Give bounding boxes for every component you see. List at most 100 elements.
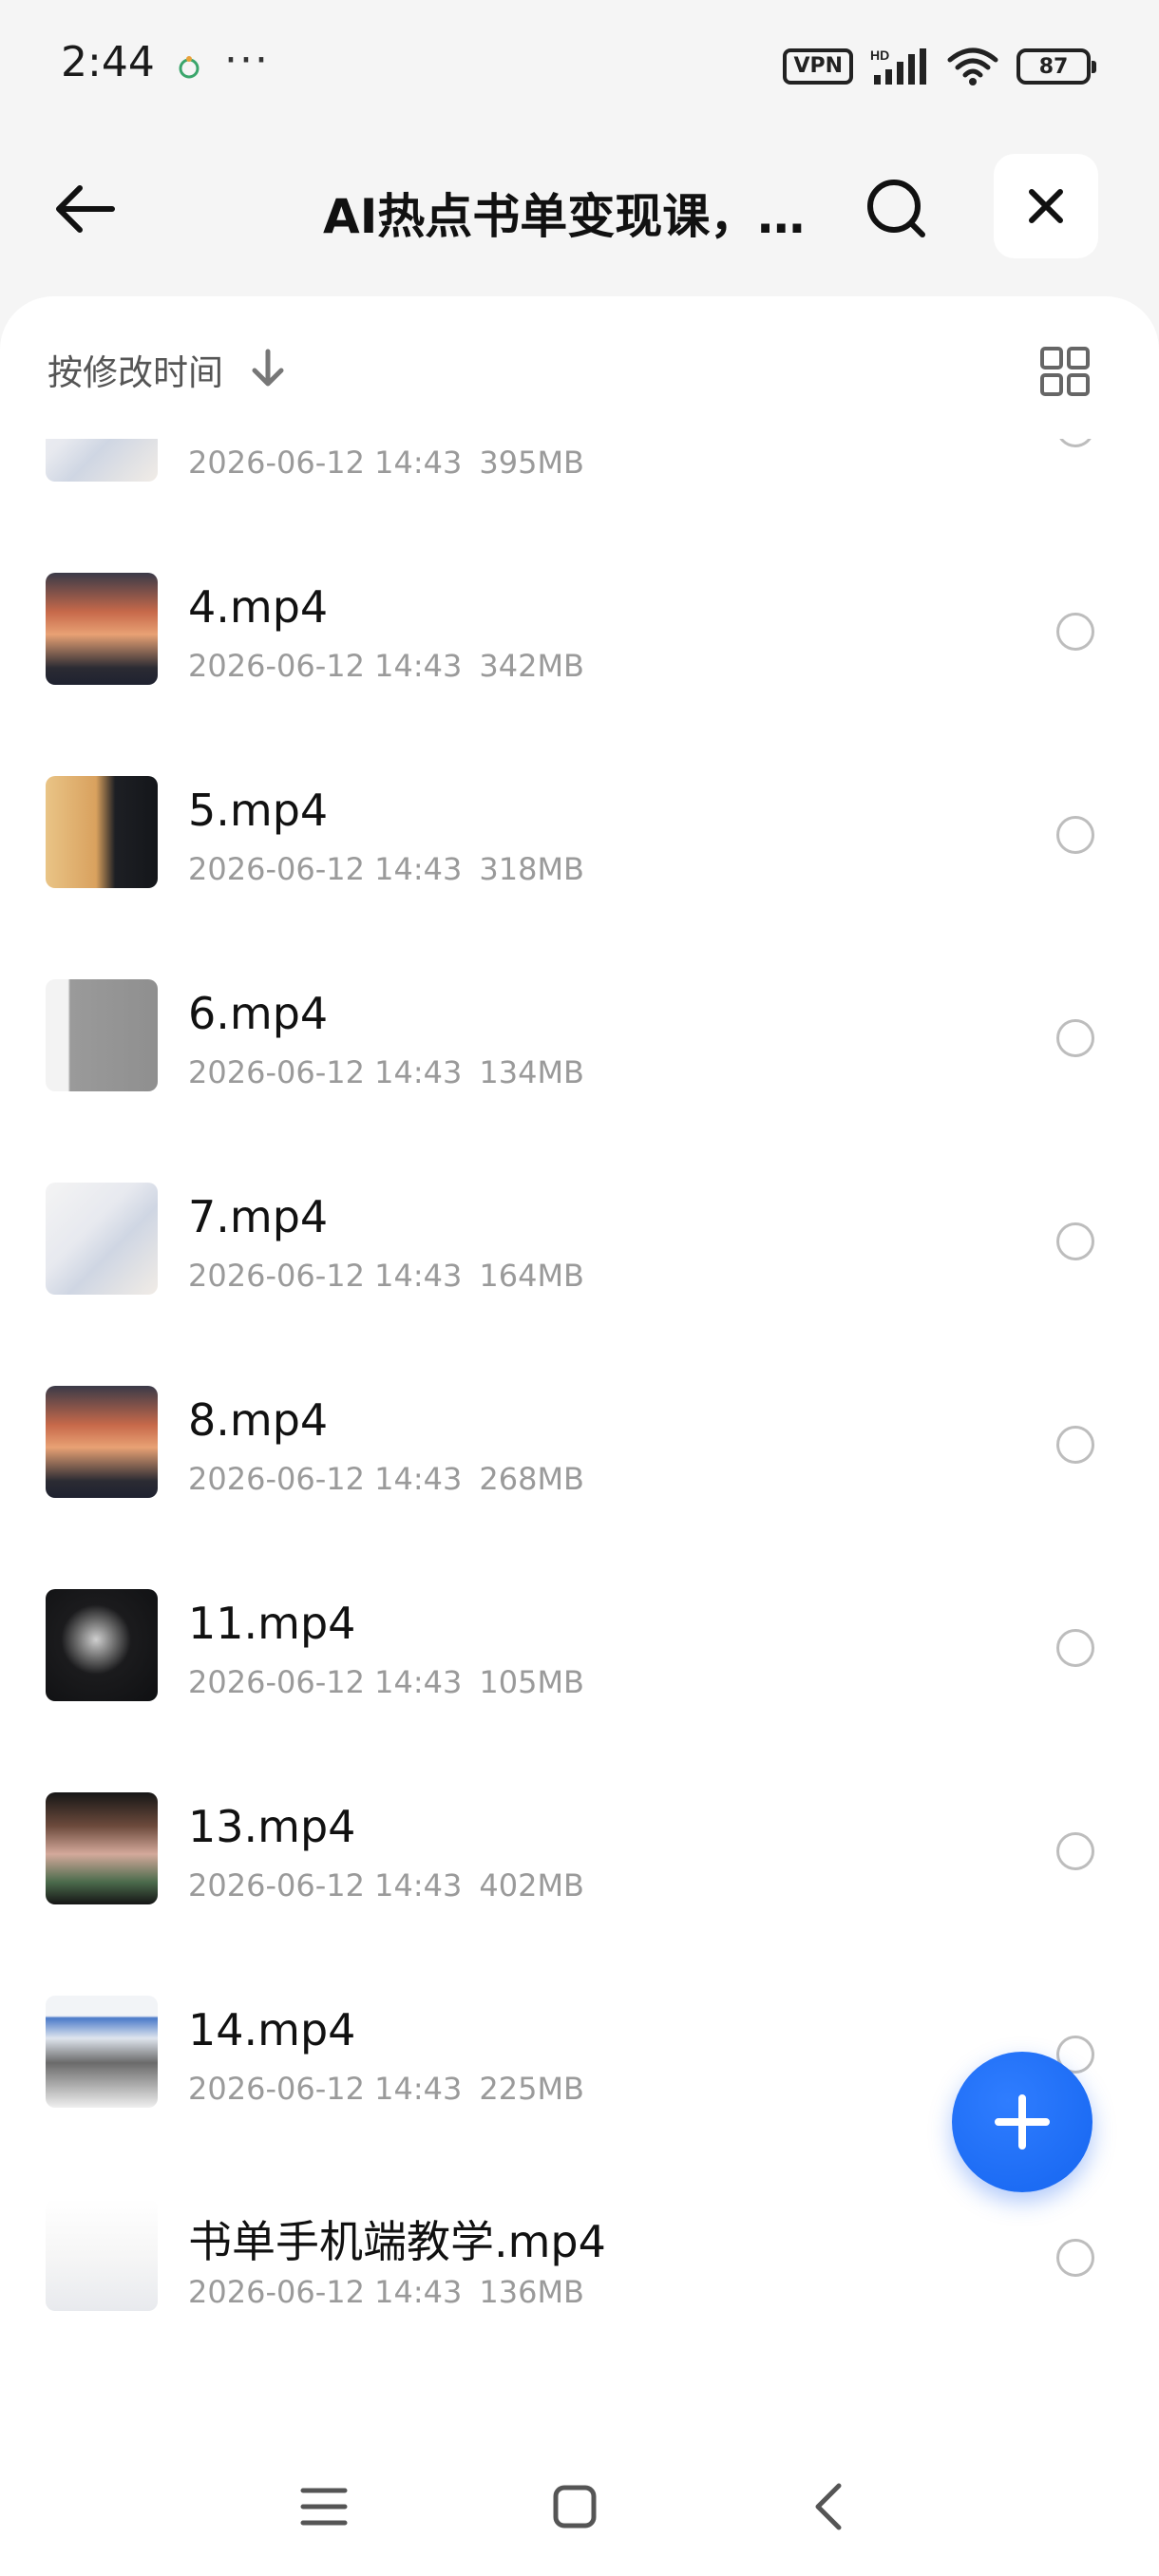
- video-thumbnail: [46, 1792, 158, 1904]
- battery-icon: 87: [1016, 48, 1096, 85]
- arrow-down-icon[interactable]: [249, 348, 287, 389]
- wifi-icon: [947, 47, 998, 85]
- vpn-badge: VPN: [783, 48, 853, 85]
- back-button[interactable]: [42, 166, 127, 252]
- file-date: 2026-06-12 14:43: [188, 648, 463, 684]
- sort-bar: 按修改时间: [0, 296, 1159, 439]
- file-size: 136MB: [479, 2274, 584, 2310]
- video-thumbnail: [46, 1183, 158, 1295]
- nav-home-button[interactable]: [542, 2473, 608, 2540]
- file-name: 11.mp4: [188, 1598, 356, 1649]
- network-type-label: HD: [870, 47, 889, 63]
- video-thumbnail: [46, 979, 158, 1091]
- file-size: 395MB: [479, 445, 584, 481]
- file-meta: 2026-06-12 14:43 402MB: [188, 1867, 584, 1904]
- select-checkbox[interactable]: [1056, 816, 1094, 854]
- page-title: AI热点书单变现课，…: [323, 189, 806, 244]
- file-row[interactable]: 6.mp4 2026-06-12 14:43 134MB: [0, 942, 1159, 1146]
- select-checkbox[interactable]: [1056, 613, 1094, 651]
- file-size: 268MB: [479, 1461, 584, 1497]
- file-date: 2026-06-12 14:43: [188, 2274, 463, 2310]
- file-date: 2026-06-12 14:43: [188, 2071, 463, 2107]
- arrow-left-icon: [56, 185, 115, 233]
- select-checkbox[interactable]: [1056, 2239, 1094, 2277]
- search-button[interactable]: [853, 165, 940, 253]
- file-meta: 2026-06-12 14:43 136MB: [188, 2274, 584, 2310]
- file-name: 14.mp4: [188, 2004, 356, 2055]
- video-thumbnail: [46, 2199, 158, 2311]
- file-row[interactable]: 11.mp4 2026-06-12 14:43 105MB: [0, 1552, 1159, 1755]
- video-thumbnail: [46, 1589, 158, 1701]
- file-row[interactable]: 7.mp4 2026-06-12 14:43 164MB: [0, 1146, 1159, 1349]
- file-browser-panel: 按修改时间 3.mp4 2026-06-12 14:43395MB 4.mp4 …: [0, 296, 1159, 2576]
- file-size: 105MB: [479, 1664, 584, 1700]
- home-icon: [553, 2485, 597, 2529]
- sort-by-modified-time[interactable]: 按修改时间: [48, 344, 223, 395]
- select-checkbox[interactable]: [1056, 1426, 1094, 1464]
- file-size: 225MB: [479, 2071, 584, 2107]
- file-date: 2026-06-12 14:43: [188, 1054, 463, 1090]
- file-name: 8.mp4: [188, 1394, 329, 1446]
- file-name: 7.mp4: [188, 1191, 329, 1242]
- file-meta: 2026-06-12 14:43 395MB: [188, 445, 584, 481]
- file-row[interactable]: 13.mp4 2026-06-12 14:43 402MB: [0, 1755, 1159, 1959]
- file-meta: 2026-06-12 14:43 225MB: [188, 2071, 584, 2107]
- file-name: 6.mp4: [188, 988, 329, 1039]
- back-icon: [815, 2483, 842, 2530]
- file-size: 164MB: [479, 1258, 584, 1294]
- file-date: 2026-06-12 14:43: [188, 851, 463, 887]
- file-row[interactable]: 8.mp4 2026-06-12 14:43 268MB: [0, 1349, 1159, 1552]
- nav-menu-button[interactable]: [291, 2473, 357, 2540]
- file-date: 2026-06-12 14:43: [188, 445, 463, 481]
- battery-level: 87: [1038, 54, 1069, 79]
- file-name: 书单手机端教学.mp4: [188, 2216, 606, 2267]
- video-thumbnail: [46, 439, 158, 482]
- video-thumbnail: [46, 776, 158, 888]
- select-checkbox[interactable]: [1056, 439, 1094, 447]
- file-row[interactable]: 3.mp4 2026-06-12 14:43395MB: [0, 439, 1159, 536]
- app-notification-icon: [179, 56, 200, 79]
- nav-back-button[interactable]: [794, 2473, 861, 2540]
- video-thumbnail: [46, 1386, 158, 1498]
- video-thumbnail: [46, 573, 158, 685]
- select-checkbox[interactable]: [1056, 1832, 1094, 1870]
- file-date: 2026-06-12 14:43: [188, 1461, 463, 1497]
- file-size: 342MB: [479, 648, 584, 684]
- file-row[interactable]: 4.mp4 2026-06-12 14:43 342MB: [0, 536, 1159, 739]
- file-row[interactable]: 书单手机端教学.mp4 2026-06-12 14:43 136MB: [0, 2162, 1159, 2365]
- grid-view-icon[interactable]: [1039, 346, 1091, 397]
- menu-icon: [300, 2488, 348, 2526]
- select-checkbox[interactable]: [1056, 1629, 1094, 1667]
- file-meta: 2026-06-12 14:43 164MB: [188, 1258, 584, 1294]
- status-time: 2:44: [61, 38, 155, 86]
- select-checkbox[interactable]: [1056, 1222, 1094, 1260]
- file-name: 13.mp4: [188, 1801, 356, 1852]
- file-size: 318MB: [479, 851, 584, 887]
- status-indicators: VPN HD 87: [783, 46, 1096, 87]
- file-size: 134MB: [479, 1054, 584, 1090]
- file-meta: 2026-06-12 14:43 268MB: [188, 1461, 584, 1497]
- file-meta: 2026-06-12 14:43 134MB: [188, 1054, 584, 1090]
- plus-icon: [995, 2094, 1050, 2150]
- file-date: 2026-06-12 14:43: [188, 1664, 463, 1700]
- file-size: 402MB: [479, 1867, 584, 1904]
- system-nav-bar: [0, 2432, 1159, 2576]
- close-button[interactable]: [994, 154, 1098, 258]
- video-thumbnail: [46, 1996, 158, 2108]
- file-date: 2026-06-12 14:43: [188, 1258, 463, 1294]
- file-date: 2026-06-12 14:43: [188, 1867, 463, 1904]
- signal-icon: HD: [870, 47, 926, 85]
- add-button[interactable]: [952, 2052, 1092, 2192]
- file-meta: 2026-06-12 14:43 105MB: [188, 1664, 584, 1700]
- file-name: 4.mp4: [188, 581, 329, 633]
- app-header: AI热点书单变现课，…: [0, 133, 1159, 294]
- select-checkbox[interactable]: [1056, 1019, 1094, 1057]
- status-bar: 2:44 ··· VPN HD 87: [0, 0, 1159, 133]
- file-meta: 2026-06-12 14:43 342MB: [188, 648, 584, 684]
- file-meta: 2026-06-12 14:43 318MB: [188, 851, 584, 887]
- file-name: 5.mp4: [188, 785, 329, 836]
- status-overflow-dots: ···: [224, 36, 270, 85]
- close-icon: [1029, 189, 1063, 223]
- search-icon: [867, 180, 925, 237]
- file-row[interactable]: 5.mp4 2026-06-12 14:43 318MB: [0, 739, 1159, 942]
